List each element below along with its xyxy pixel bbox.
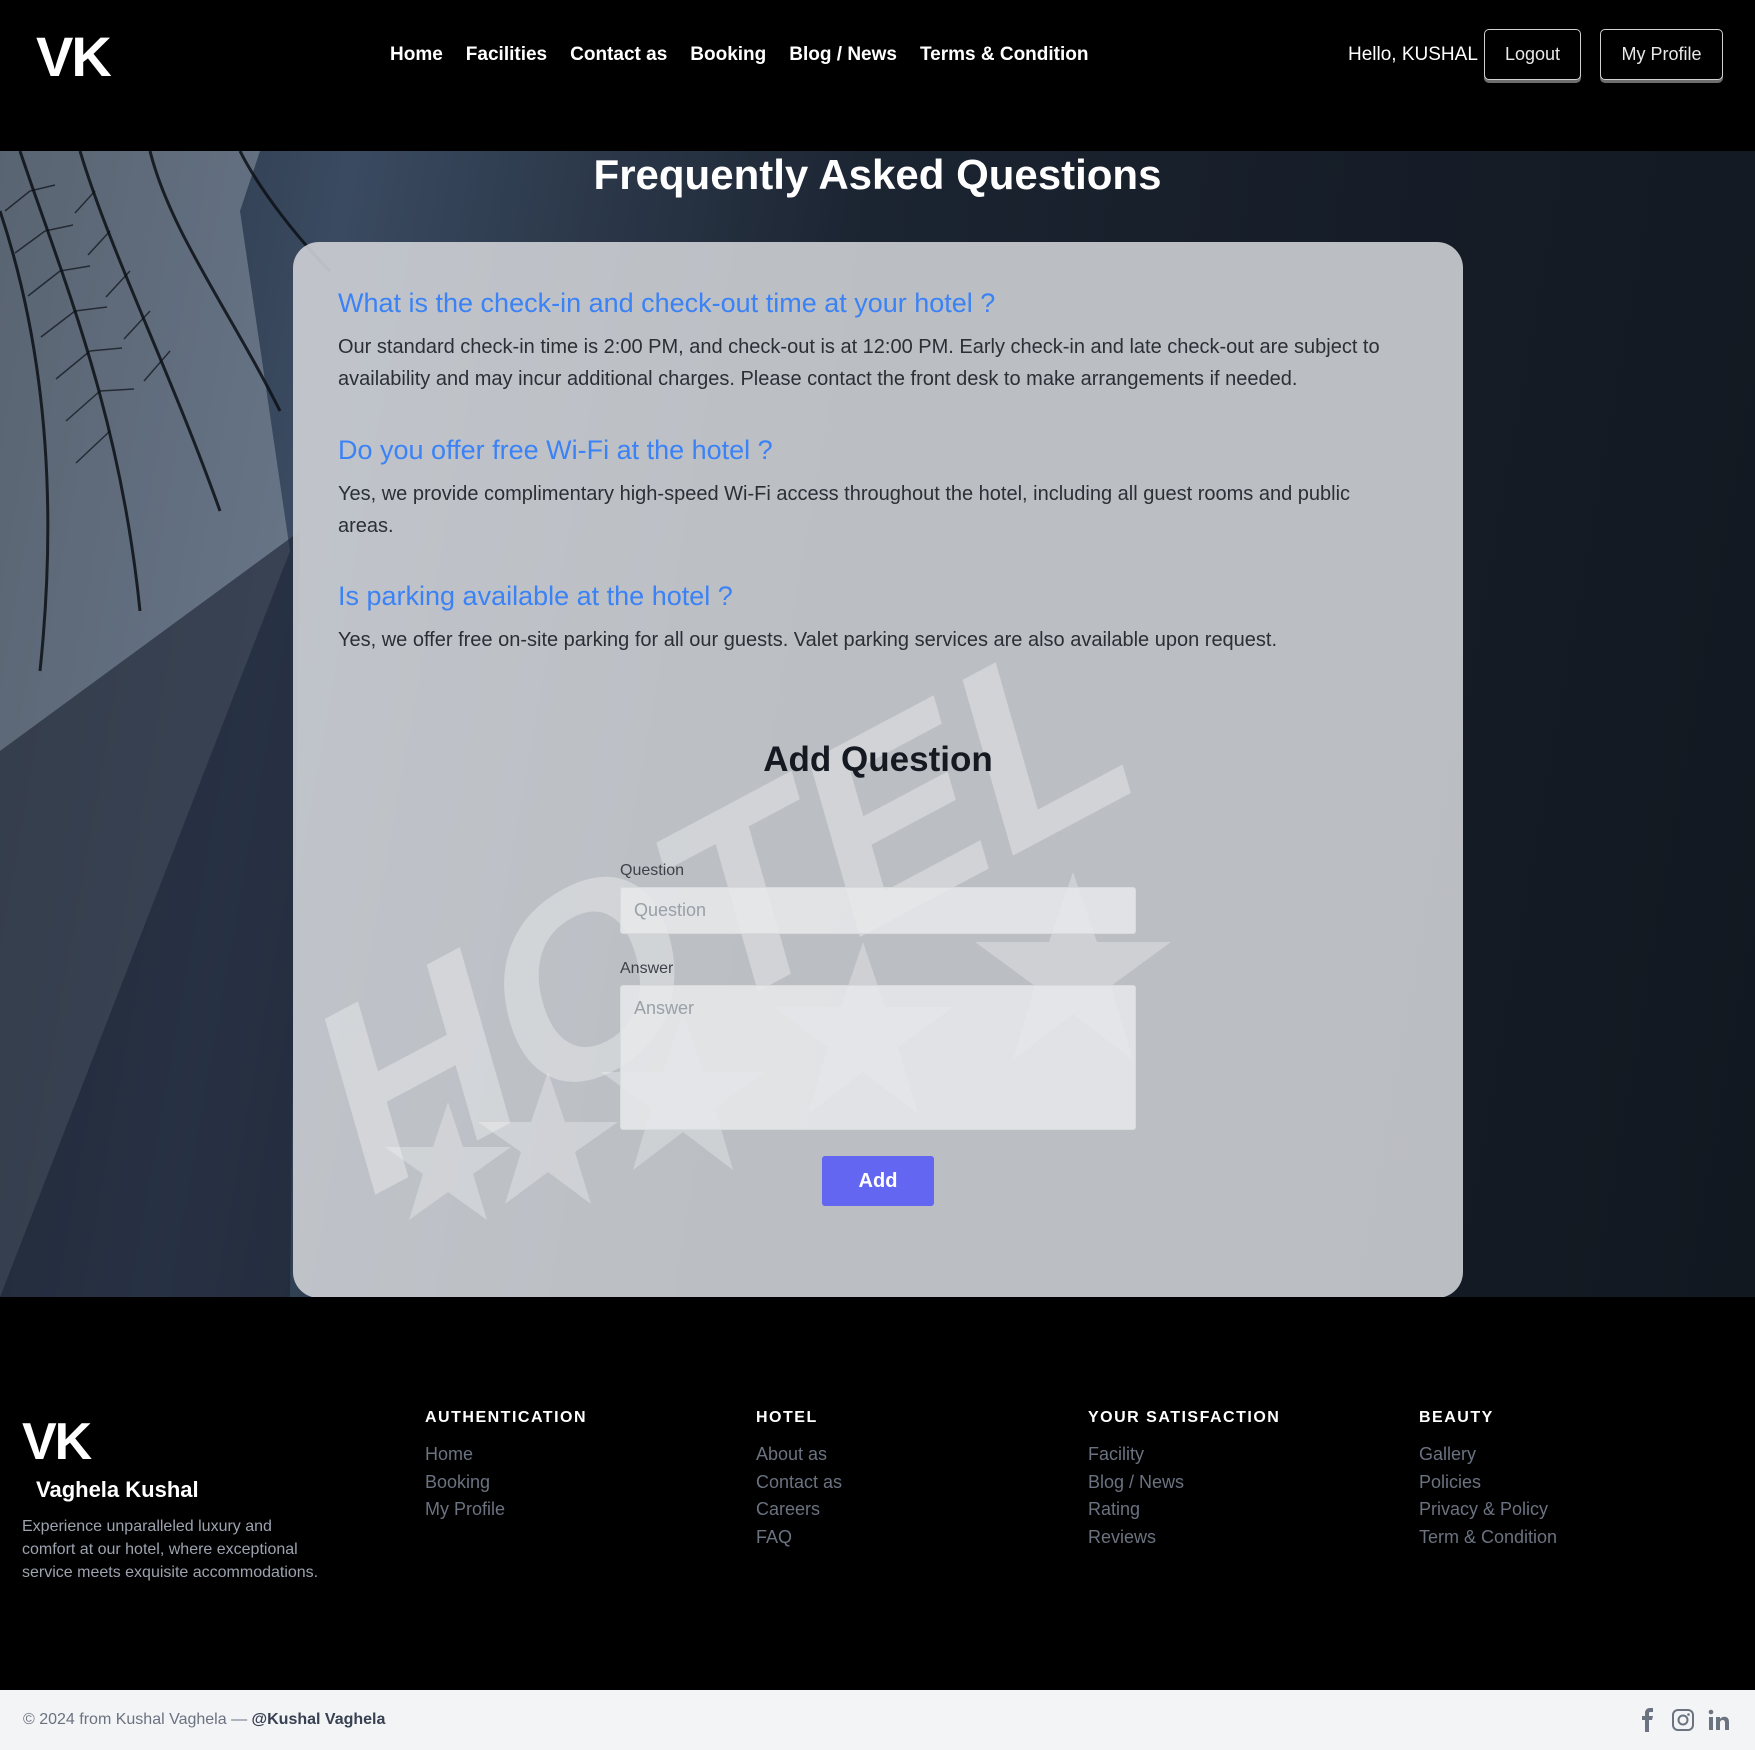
footer-link-my-profile[interactable]: My Profile (425, 1496, 587, 1524)
question-label: Question (620, 862, 685, 879)
nav-home[interactable]: Home (390, 44, 443, 66)
copyright-prefix: © 2024 from Kushal Vaghela — (23, 1711, 248, 1728)
footer-link-about[interactable]: About as (756, 1441, 842, 1469)
facebook-icon[interactable] (1636, 1708, 1660, 1732)
footer-column-authentication: AUTHENTICATION Home Booking My Profile (425, 1409, 587, 1524)
footer-link-booking[interactable]: Booking (425, 1469, 587, 1497)
my-profile-button[interactable]: My Profile (1600, 29, 1723, 80)
copyright-text: © 2024 from Kushal Vaghela — @Kushal Vag… (23, 1711, 385, 1729)
faq-question: What is the check-in and check-out time … (338, 288, 996, 318)
nav-blog[interactable]: Blog / News (789, 44, 897, 66)
faq-question: Do you offer free Wi-Fi at the hotel ? (338, 435, 773, 465)
footer-column-title: HOTEL (756, 1409, 818, 1426)
linkedin-icon[interactable] (1707, 1708, 1731, 1732)
page-title: Frequently Asked Questions (593, 151, 1162, 198)
footer-link-terms[interactable]: Term & Condition (1419, 1524, 1557, 1552)
copyright-handle[interactable]: @Kushal Vaghela (252, 1711, 386, 1728)
footer-link-careers[interactable]: Careers (756, 1496, 842, 1524)
user-greeting: Hello, KUSHAL (1348, 44, 1478, 65)
nav-booking[interactable]: Booking (690, 44, 766, 66)
faq-answer: Yes, we offer free on-site parking for a… (338, 629, 1278, 651)
footer-link-contact[interactable]: Contact as (756, 1469, 842, 1497)
answer-label: Answer (620, 960, 674, 977)
footer-link-privacy[interactable]: Privacy & Policy (1419, 1496, 1557, 1524)
footer-link-home[interactable]: Home (425, 1441, 587, 1469)
nav-contact[interactable]: Contact as (570, 44, 667, 66)
nav-facilities[interactable]: Facilities (466, 44, 547, 66)
add-question-title: Add Question (763, 740, 993, 779)
footer-link-gallery[interactable]: Gallery (1419, 1441, 1557, 1469)
footer-link-reviews[interactable]: Reviews (1088, 1524, 1280, 1552)
footer-brand-name: Vaghela Kushal (36, 1477, 199, 1502)
site-header: VK Home Facilities Contact as Booking Bl… (0, 0, 1755, 151)
copyright-bar: © 2024 from Kushal Vaghela — @Kushal Vag… (0, 1690, 1755, 1750)
footer-link-faq[interactable]: FAQ (756, 1524, 842, 1552)
footer-column-satisfaction: YOUR SATISFACTION Facility Blog / News R… (1088, 1409, 1280, 1551)
site-logo[interactable]: VK (36, 24, 112, 89)
footer-link-rating[interactable]: Rating (1088, 1496, 1280, 1524)
faq-answer: Yes, we provide complimentary high-speed… (338, 483, 1351, 537)
faq-item: Do you offer free Wi-Fi at the hotel ? Y… (338, 435, 1408, 542)
site-footer: VK Vaghela Kushal Experience unparallele… (0, 1297, 1755, 1690)
main-nav: Home Facilities Contact as Booking Blog … (390, 44, 1089, 66)
faq-card: HOTEL What is the check-in and check-out… (293, 242, 1463, 1298)
answer-textarea[interactable] (620, 985, 1136, 1130)
footer-column-hotel: HOTEL About as Contact as Careers FAQ (756, 1409, 842, 1551)
faq-item: Is parking available at the hotel ? Yes,… (338, 581, 1408, 656)
footer-column-title: BEAUTY (1419, 1409, 1494, 1426)
nav-terms[interactable]: Terms & Condition (920, 44, 1089, 66)
faq-item: What is the check-in and check-out time … (338, 288, 1408, 395)
footer-link-facility[interactable]: Facility (1088, 1441, 1280, 1469)
instagram-icon[interactable] (1671, 1708, 1695, 1732)
footer-column-title: YOUR SATISFACTION (1088, 1409, 1281, 1426)
logout-button[interactable]: Logout (1484, 29, 1581, 80)
footer-description: Experience unparalleled luxury and comfo… (22, 1518, 319, 1581)
faq-question: Is parking available at the hotel ? (338, 581, 733, 611)
faq-answer: Our standard check-in time is 2:00 PM, a… (338, 336, 1380, 390)
add-button[interactable]: Add (822, 1156, 934, 1206)
footer-column-beauty: BEAUTY Gallery Policies Privacy & Policy… (1419, 1409, 1557, 1551)
footer-logo[interactable]: VK (22, 1412, 92, 1472)
footer-link-policies[interactable]: Policies (1419, 1469, 1557, 1497)
footer-column-title: AUTHENTICATION (425, 1409, 588, 1426)
footer-link-blog[interactable]: Blog / News (1088, 1469, 1280, 1497)
question-input[interactable] (620, 887, 1136, 934)
